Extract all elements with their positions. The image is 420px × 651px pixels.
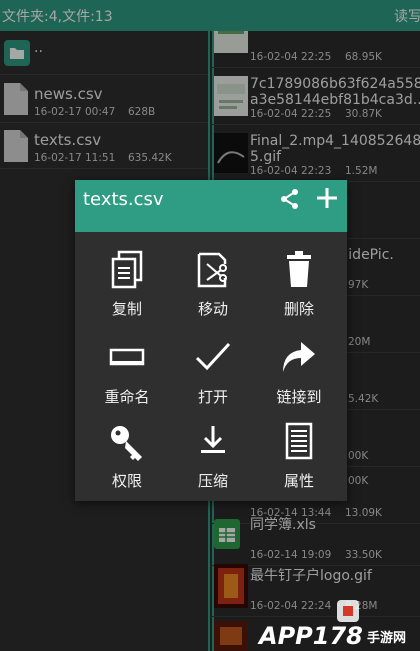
permissions-button[interactable]: 权限	[81, 422, 169, 502]
copy-button[interactable]: 复制	[81, 250, 169, 330]
share-icon[interactable]	[279, 188, 301, 210]
permissions-label: 权限	[111, 472, 142, 490]
move-button[interactable]: 移动	[167, 250, 255, 330]
dialog-header: texts.csv	[75, 180, 347, 232]
properties-label: 属性	[283, 472, 314, 490]
link-to-label: 链接到	[276, 388, 322, 406]
compress-label: 压缩	[197, 472, 228, 490]
key-icon	[109, 422, 145, 462]
open-button[interactable]: 打开	[167, 338, 255, 418]
open-label: 打开	[197, 388, 228, 406]
link-to-button[interactable]: 链接到	[253, 338, 341, 418]
compress-icon	[195, 422, 231, 462]
copy-label: 复制	[111, 300, 142, 318]
watermark-text: APP178	[257, 622, 363, 650]
add-icon[interactable]	[315, 186, 339, 210]
share-arrow-icon	[281, 338, 317, 378]
move-label: 移动	[197, 300, 228, 318]
compress-button[interactable]: 压缩	[167, 422, 255, 502]
trash-icon	[281, 250, 317, 290]
cut-icon	[195, 250, 231, 290]
check-icon	[195, 338, 231, 378]
rename-label: 重命名	[104, 388, 150, 406]
dialog-title: texts.csv	[83, 189, 164, 210]
rename-icon	[109, 338, 145, 378]
watermark-subtext: 手游网	[367, 630, 406, 646]
delete-label: 删除	[283, 300, 314, 318]
delete-button[interactable]: 删除	[253, 250, 341, 330]
file-actions-dialog: texts.csv 复制 移动 删除 重命名 打开 链接到 权限 压缩 属性	[75, 180, 347, 501]
rename-button[interactable]: 重命名	[81, 338, 169, 418]
properties-button[interactable]: 属性	[253, 422, 341, 502]
watermark-logo: APP178 手游网	[255, 596, 420, 651]
copy-icon	[109, 250, 145, 290]
properties-icon	[281, 422, 317, 462]
